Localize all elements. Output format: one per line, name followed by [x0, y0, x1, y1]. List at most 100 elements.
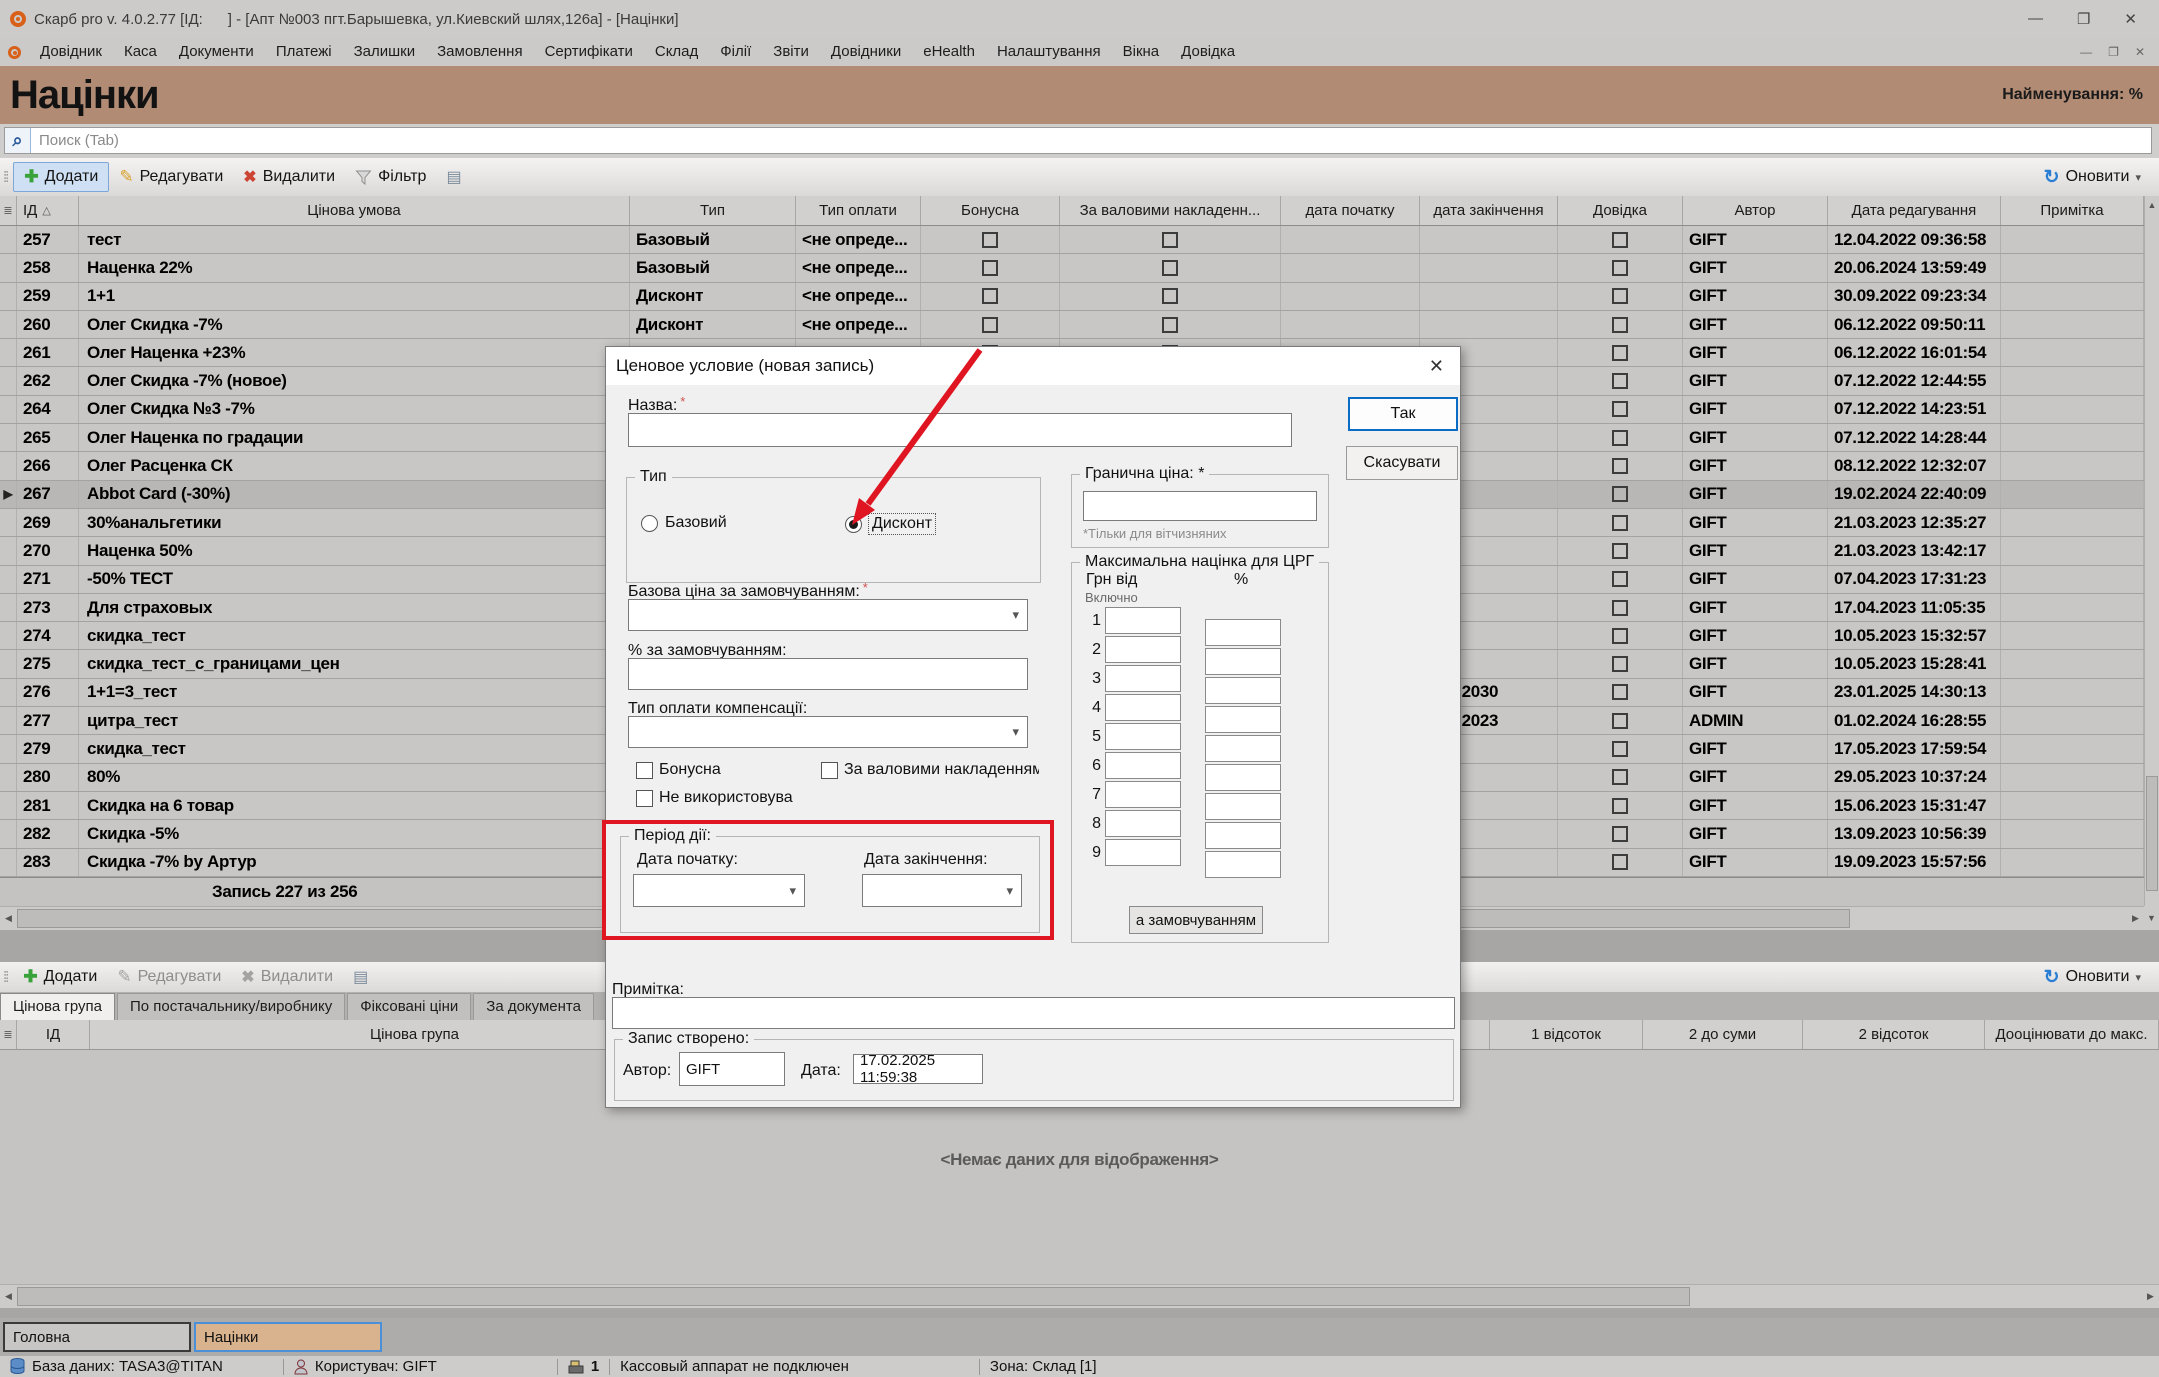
percent-default-input[interactable]: [628, 658, 1028, 690]
dovidka-checkbox-icon[interactable]: [1612, 713, 1628, 729]
bottom-tab[interactable]: Цінова група: [0, 993, 115, 1020]
edit-button[interactable]: ✎ Редагувати: [109, 163, 233, 191]
crg-grn-input[interactable]: [1105, 752, 1181, 779]
menu-item[interactable]: Документи: [168, 43, 265, 60]
bonus-checkbox-icon[interactable]: [982, 288, 998, 304]
gross-checkbox-icon[interactable]: [1162, 317, 1178, 333]
limit-price-input[interactable]: [1083, 491, 1317, 521]
radio-discount[interactable]: Дисконт: [845, 514, 935, 534]
dovidka-checkbox-icon[interactable]: [1612, 684, 1628, 700]
crg-percent-input[interactable]: [1205, 735, 1281, 762]
col-note[interactable]: Примітка: [2001, 196, 2144, 225]
bonus-checkbox[interactable]: Бонусна: [636, 761, 786, 779]
bonus-checkbox-icon[interactable]: [982, 232, 998, 248]
crg-percent-input[interactable]: [1205, 706, 1281, 733]
menu-item[interactable]: Довідники: [820, 43, 912, 60]
dovidka-checkbox-icon[interactable]: [1612, 741, 1628, 757]
bonus-checkbox-icon[interactable]: [982, 317, 998, 333]
dovidka-checkbox-icon[interactable]: [1612, 628, 1628, 644]
gross-checkbox-icon[interactable]: [1162, 288, 1178, 304]
col-date-start[interactable]: дата початку: [1281, 196, 1420, 225]
col-gross[interactable]: За валовими накладенн...: [1060, 196, 1281, 225]
table-row[interactable]: 2591+1Дисконт<не опреде...GIFT30.09.2022…: [0, 283, 2144, 311]
table-row[interactable]: 258Наценка 22%Базовый<не опреде...GIFT20…: [0, 254, 2144, 282]
gross-checkbox-icon[interactable]: [1162, 260, 1178, 276]
col-price-condition[interactable]: Цінова умова: [79, 196, 630, 225]
crg-grn-input[interactable]: [1105, 607, 1181, 634]
dovidka-checkbox-icon[interactable]: [1612, 543, 1628, 559]
dovidka-checkbox-icon[interactable]: [1612, 854, 1628, 870]
crg-grn-input[interactable]: [1105, 665, 1181, 692]
vertical-scrollbar[interactable]: ▲: [2144, 196, 2159, 906]
base-price-select[interactable]: ▾: [628, 599, 1028, 631]
gross-checkbox-icon[interactable]: [1162, 232, 1178, 248]
bottom-refresh-dropdown-icon[interactable]: ▾: [2135, 971, 2141, 984]
bottom-tab[interactable]: Фіксовані ціни: [347, 993, 471, 1020]
bottom-scroll-left-icon[interactable]: ◀: [0, 1285, 17, 1308]
pay-compensation-select[interactable]: ▾: [628, 716, 1028, 748]
dovidka-checkbox-icon[interactable]: [1612, 571, 1628, 587]
maximize-button[interactable]: ❐: [2077, 10, 2090, 28]
bottom-refresh-button[interactable]: ↻ Оновити ▾: [2044, 966, 2159, 989]
crg-grn-input[interactable]: [1105, 723, 1181, 750]
bottom-tab[interactable]: По постачальнику/виробнику: [117, 993, 345, 1020]
scroll-down-icon[interactable]: ▼: [2144, 906, 2159, 930]
col-author[interactable]: Автор: [1683, 196, 1828, 225]
dovidka-checkbox-icon[interactable]: [1612, 515, 1628, 531]
menu-item[interactable]: Склад: [644, 43, 709, 60]
scroll-right-icon[interactable]: ▶: [2127, 907, 2144, 930]
minimize-button[interactable]: —: [2028, 10, 2043, 28]
group-col-tosum2[interactable]: 2 до суми: [1643, 1020, 1803, 1049]
col-bonus[interactable]: Бонусна: [921, 196, 1060, 225]
bottom-columns-button[interactable]: ▤: [343, 963, 378, 991]
bottom-delete-button[interactable]: ✖ Видалити: [231, 963, 343, 991]
created-date-input[interactable]: 17.02.2025 11:59:38: [853, 1054, 983, 1084]
cancel-button[interactable]: Скасувати: [1346, 446, 1458, 480]
menu-item[interactable]: Каса: [113, 43, 168, 60]
dovidka-checkbox-icon[interactable]: [1612, 430, 1628, 446]
crg-percent-input[interactable]: [1205, 822, 1281, 849]
header-options-icon[interactable]: ≣: [0, 196, 17, 225]
crg-percent-input[interactable]: [1205, 764, 1281, 791]
bottom-horizontal-scroll-thumb[interactable]: [17, 1287, 1690, 1306]
menu-item[interactable]: Сертифікати: [534, 43, 644, 60]
crg-percent-input[interactable]: [1205, 648, 1281, 675]
dovidka-checkbox-icon[interactable]: [1612, 798, 1628, 814]
date-start-select[interactable]: ▾: [633, 874, 805, 907]
crg-percent-input[interactable]: [1205, 619, 1281, 646]
group-col-percent1[interactable]: 1 відсоток: [1490, 1020, 1643, 1049]
menu-item[interactable]: eHealth: [912, 43, 986, 60]
filter-button[interactable]: Фільтр: [345, 164, 436, 190]
dovidka-checkbox-icon[interactable]: [1612, 260, 1628, 276]
menu-item[interactable]: Вікна: [1112, 43, 1171, 60]
col-id[interactable]: ІД△: [17, 196, 79, 225]
col-pay-type[interactable]: Тип оплати: [796, 196, 921, 225]
crg-percent-input[interactable]: [1205, 677, 1281, 704]
note-input[interactable]: [612, 997, 1455, 1029]
menu-item[interactable]: Налаштування: [986, 43, 1112, 60]
add-button[interactable]: ✚ Додати: [13, 162, 109, 192]
close-button[interactable]: ✕: [2124, 10, 2137, 28]
dovidka-checkbox-icon[interactable]: [1612, 600, 1628, 616]
date-end-select[interactable]: ▾: [862, 874, 1022, 907]
not-used-checkbox[interactable]: Не використовува: [636, 789, 801, 807]
dovidka-checkbox-icon[interactable]: [1612, 317, 1628, 333]
dovidka-checkbox-icon[interactable]: [1612, 345, 1628, 361]
scroll-up-icon[interactable]: ▲: [2145, 196, 2159, 214]
crg-percent-input[interactable]: [1205, 793, 1281, 820]
col-edited[interactable]: Дата редагування: [1828, 196, 2001, 225]
bottom-scroll-right-icon[interactable]: ▶: [2142, 1285, 2159, 1308]
search-box[interactable]: ⌕: [4, 127, 2152, 154]
crg-grn-input[interactable]: [1105, 636, 1181, 663]
name-input[interactable]: [628, 413, 1292, 447]
col-date-end[interactable]: дата закінчення: [1420, 196, 1558, 225]
crg-percent-input[interactable]: [1205, 851, 1281, 878]
dovidka-checkbox-icon[interactable]: [1612, 826, 1628, 842]
default-markup-button[interactable]: а замовчуванням: [1129, 906, 1263, 934]
group-header-options-icon[interactable]: ≣: [0, 1020, 17, 1049]
menu-item[interactable]: Залишки: [343, 43, 427, 60]
group-col-id[interactable]: ІД: [17, 1020, 90, 1049]
dovidka-checkbox-icon[interactable]: [1612, 656, 1628, 672]
dovidka-checkbox-icon[interactable]: [1612, 401, 1628, 417]
group-col-percent2[interactable]: 2 відсоток: [1803, 1020, 1985, 1049]
